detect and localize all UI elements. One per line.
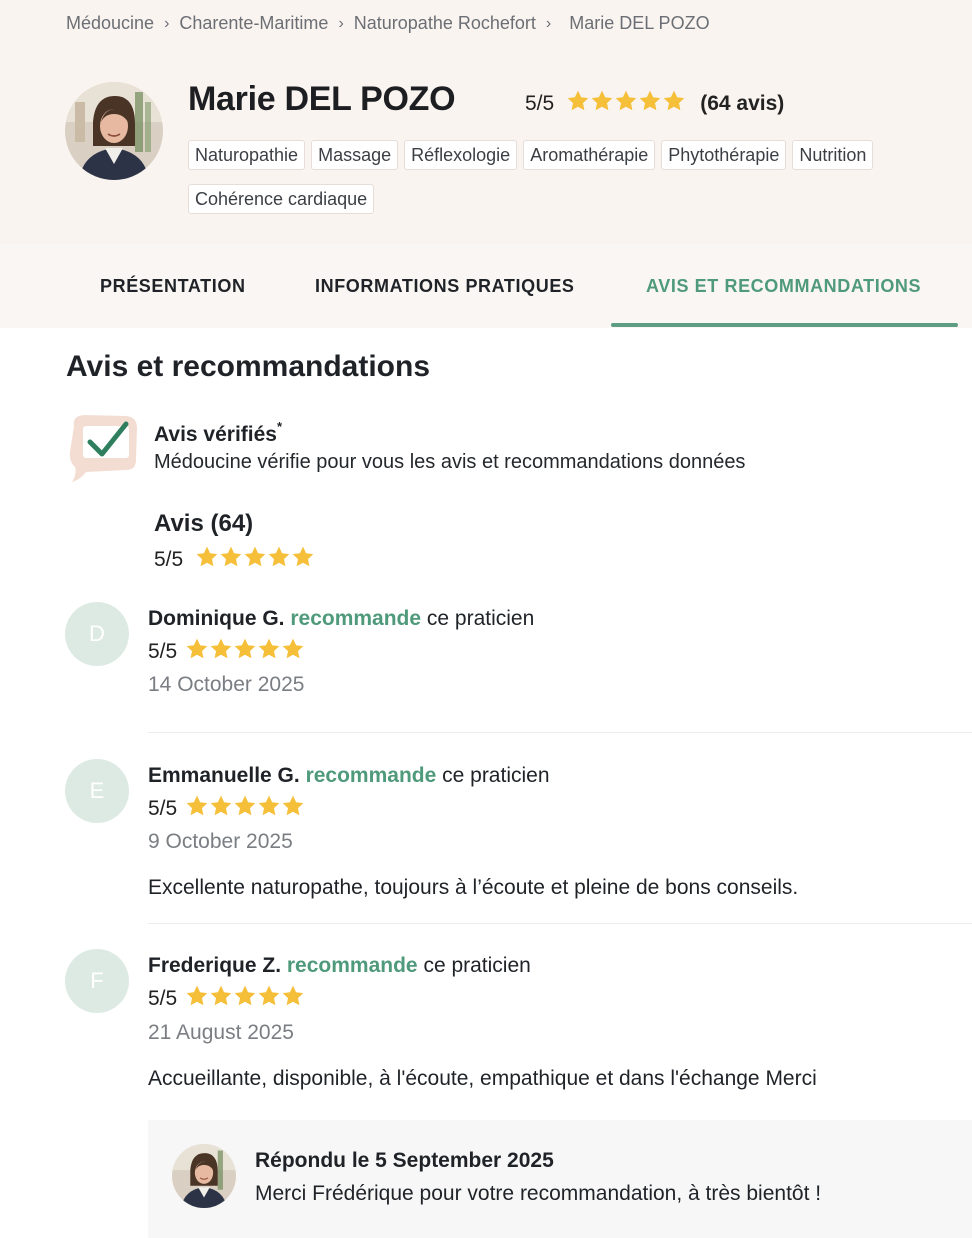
recommends-label: recommande	[290, 607, 422, 630]
practitioner-reply	[148, 1120, 972, 1238]
recommends-suffix: ce praticien	[442, 764, 550, 787]
tag-nutrition[interactable]: Nutrition	[792, 140, 874, 170]
section-title: Avis et recommandations	[66, 350, 430, 383]
breadcrumb-current: Marie DEL POZO	[569, 13, 710, 33]
star-icon	[257, 984, 281, 1013]
star-icon	[257, 637, 281, 666]
breadcrumb: Médoucine › Charente-Maritime › Naturopa…	[66, 13, 710, 34]
breadcrumb-link-department[interactable]: Charente-Maritime	[179, 13, 328, 34]
star-icon	[267, 545, 291, 574]
verified-title-text: Avis vérifiés	[154, 423, 277, 446]
recommends-suffix: ce praticien	[423, 954, 531, 977]
reviewer-initial-avatar: D	[65, 602, 129, 666]
star-icon	[281, 637, 305, 666]
breadcrumb-link-medoucine[interactable]: Médoucine	[66, 13, 154, 34]
tag-reflexologie[interactable]: Réflexologie	[404, 140, 518, 170]
review-header: Emmanuelle G. recommande ce praticien	[148, 764, 550, 788]
star-icon	[185, 794, 209, 823]
star-icon	[209, 984, 233, 1013]
tab-informations-pratiques[interactable]: INFORMATIONS PRATIQUES	[315, 276, 575, 297]
tag-phytotherapie[interactable]: Phytothérapie	[661, 140, 787, 170]
verified-title: Avis vérifiés*	[154, 419, 283, 447]
star-icon	[590, 89, 614, 118]
star-icon	[209, 637, 233, 666]
reviewer-initial-avatar: E	[65, 759, 129, 823]
star-icon	[185, 984, 209, 1013]
star-icon	[219, 545, 243, 574]
rating-score: 5/5	[154, 547, 184, 571]
rating-score: 5/5	[148, 639, 178, 663]
review-rating: 5/5	[148, 637, 305, 666]
star-icon	[638, 89, 662, 118]
review-date: 14 October 2025	[148, 673, 305, 696]
reviewer-name: Frederique Z.	[148, 954, 282, 977]
verified-asterisk: *	[276, 419, 283, 434]
tag-coherence-cardiaque[interactable]: Cohérence cardiaque	[188, 184, 375, 214]
reviews-summary-rating: 5/5	[154, 545, 315, 574]
star-icon	[233, 984, 257, 1013]
tab-presentation[interactable]: PRÉSENTATION	[100, 276, 246, 297]
verified-description: Médoucine vérifie pour vous les avis et …	[154, 451, 746, 473]
rating-stars	[566, 89, 686, 118]
reply-title: Répondu le 5 September 2025	[255, 1149, 554, 1172]
chevron-right-icon: ›	[338, 14, 344, 32]
star-icon	[209, 794, 233, 823]
specialty-tags: Naturopathie Massage Réflexologie Aromat…	[188, 140, 958, 214]
chevron-right-icon: ›	[545, 14, 552, 32]
rating-score: 5/5	[148, 796, 178, 820]
active-tab-indicator	[611, 323, 958, 327]
tag-aromatherapie[interactable]: Aromathérapie	[523, 140, 656, 170]
star-icon	[243, 545, 267, 574]
review-rating: 5/5	[148, 984, 305, 1013]
rating-stars	[185, 637, 305, 666]
practitioner-name: Marie DEL POZO	[188, 80, 456, 118]
rating-stars	[185, 984, 305, 1013]
star-icon	[195, 545, 219, 574]
reviewer-name: Dominique G.	[148, 607, 285, 630]
chevron-right-icon: ›	[164, 14, 170, 32]
rating-stars	[195, 545, 315, 574]
star-icon	[614, 89, 638, 118]
reviews-count-title: Avis (64)	[154, 510, 254, 537]
review-count[interactable]: (64 avis)	[700, 92, 784, 116]
tab-avis-recommandations[interactable]: AVIS ET RECOMMANDATIONS	[646, 276, 921, 297]
breadcrumb-link-city[interactable]: Naturopathe Rochefort	[354, 13, 536, 34]
rating-stars	[185, 794, 305, 823]
star-icon	[566, 89, 590, 118]
star-icon	[233, 794, 257, 823]
rating-score: 5/5	[148, 986, 178, 1010]
recommends-label: recommande	[286, 954, 418, 977]
star-icon	[281, 984, 305, 1013]
reviewer-name: Emmanuelle G.	[148, 764, 300, 787]
review-date: 9 October 2025	[148, 830, 293, 853]
recommends-label: recommande	[305, 764, 437, 787]
reply-avatar	[172, 1144, 236, 1208]
star-icon	[281, 794, 305, 823]
star-icon	[662, 89, 686, 118]
tag-massage[interactable]: Massage	[311, 140, 399, 170]
review-header: Frederique Z. recommande ce praticien	[148, 954, 531, 978]
reviewer-initial-avatar: F	[65, 949, 129, 1013]
rating-score: 5/5	[525, 91, 555, 115]
star-icon	[257, 794, 281, 823]
review-divider	[148, 923, 972, 924]
reply-text: Merci Frédérique pour votre recommandati…	[255, 1182, 822, 1205]
review-date: 21 August 2025	[148, 1021, 294, 1044]
verified-check-bubble-icon	[66, 412, 140, 484]
star-icon	[185, 637, 209, 666]
review-divider	[148, 732, 972, 733]
practitioner-avatar	[65, 82, 163, 180]
review-header: Dominique G. recommande ce praticien	[148, 607, 534, 631]
review-text: Accueillante, disponible, à l'écoute, em…	[148, 1067, 817, 1090]
review-rating: 5/5	[148, 794, 305, 823]
star-icon	[291, 545, 315, 574]
recommends-suffix: ce praticien	[426, 607, 535, 630]
tag-naturopathie[interactable]: Naturopathie	[188, 140, 306, 170]
practitioner-rating: 5/5 (64 avis)	[525, 89, 784, 118]
review-text: Excellente naturopathe, toujours à l’éco…	[148, 876, 799, 899]
star-icon	[233, 637, 257, 666]
